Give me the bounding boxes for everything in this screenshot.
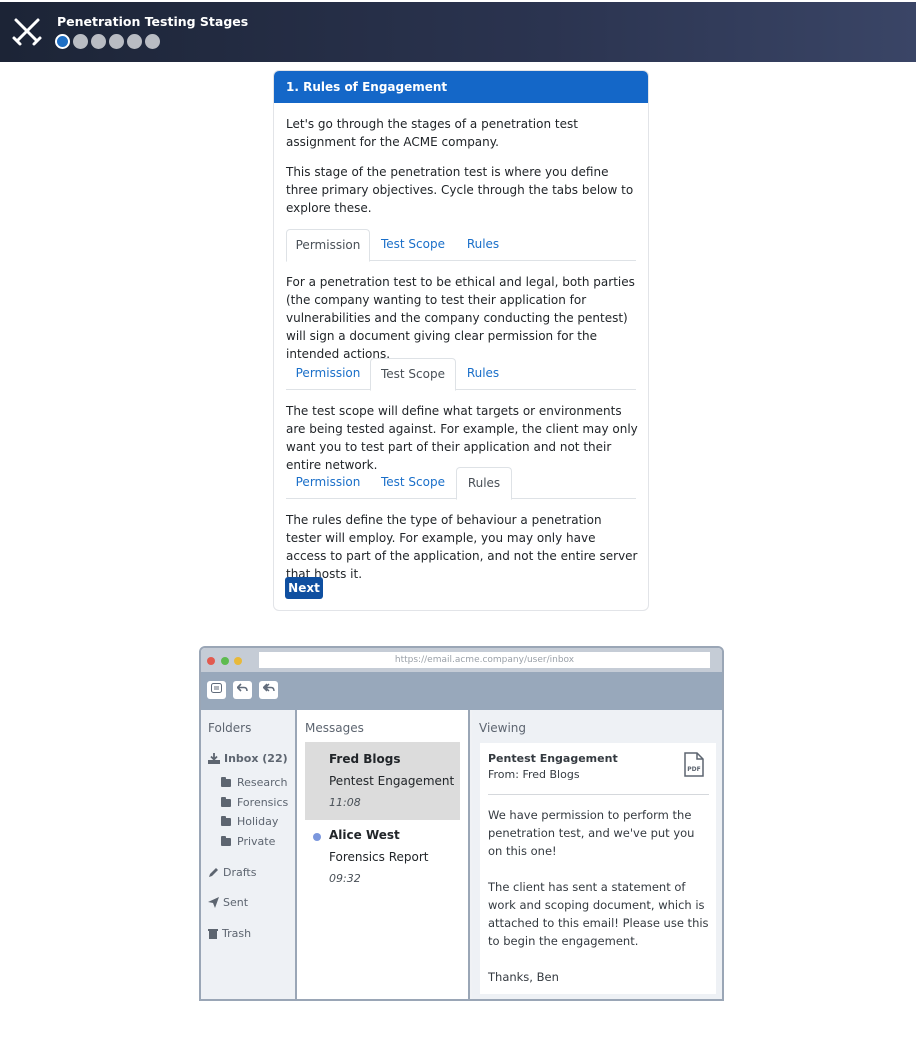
tab-test-scope[interactable]: Test Scope (370, 358, 456, 391)
message-sender: Alice West (329, 828, 400, 842)
folder-label: Sent (223, 896, 249, 909)
minimize-window-icon[interactable] (234, 657, 242, 665)
folder-label: Research (237, 776, 288, 789)
pencil-icon (209, 868, 218, 877)
folder-label: Trash (222, 927, 252, 940)
tab-test-scope[interactable]: Test Scope (374, 229, 452, 261)
crossed-swords-icon (12, 18, 42, 46)
message-time: 09:32 (329, 872, 361, 885)
close-window-icon[interactable] (207, 657, 215, 665)
folder-research[interactable]: Research (221, 776, 287, 789)
tab-bar: Permission Test Scope Rules (286, 358, 636, 391)
email-toolbar (201, 672, 722, 710)
inbox-button[interactable] (207, 681, 226, 699)
tab-permission[interactable]: Permission (286, 358, 370, 390)
tab-rules[interactable]: Rules (456, 467, 512, 500)
viewing-pane: Viewing Pentest Engagement From: Fred Bl… (472, 710, 722, 999)
tab-permission[interactable]: Permission (286, 467, 370, 499)
folder-sent[interactable]: Sent (208, 896, 248, 909)
stage-card: 1. Rules of Engagement Let's go through … (273, 70, 649, 611)
open-message-subject: Pentest Engagement (488, 752, 618, 765)
folder-private[interactable]: Private (221, 835, 275, 848)
card-title: 1. Rules of Engagement (274, 71, 648, 103)
folder-icon (221, 776, 231, 787)
window-titlebar: https://email.acme.company/user/inbox (201, 648, 722, 672)
stage-dot[interactable] (91, 34, 106, 49)
messages-title: Messages (305, 721, 364, 735)
tab-panel-text: The rules define the type of behaviour a… (286, 513, 638, 581)
message-subject: Pentest Engagement (329, 774, 455, 788)
maximize-window-icon[interactable] (221, 657, 229, 665)
address-bar[interactable]: https://email.acme.company/user/inbox (259, 652, 710, 668)
message-body-paragraph: We have permission to perform the penetr… (488, 808, 695, 858)
intro-paragraph: This stage of the penetration test is wh… (286, 165, 634, 215)
folder-trash[interactable]: Trash (208, 927, 251, 940)
message-viewer: Pentest Engagement From: Fred Blogs PDF … (480, 743, 716, 994)
folder-inbox[interactable]: Inbox (22) (208, 752, 288, 765)
folder-icon (221, 815, 231, 826)
message-sender: Fred Blogs (329, 752, 401, 766)
app-header: Penetration Testing Stages (0, 2, 916, 62)
reply-all-button[interactable] (259, 681, 278, 699)
stage-dot[interactable] (145, 34, 160, 49)
folder-label: Forensics (237, 796, 289, 809)
reply-button[interactable] (233, 681, 252, 699)
message-signature: Thanks, Ben (488, 970, 559, 984)
download-icon (208, 753, 220, 764)
divider (488, 794, 709, 795)
folder-drafts[interactable]: Drafts (208, 866, 256, 879)
folder-label: Private (237, 835, 276, 848)
message-body-paragraph: The client has sent a statement of work … (488, 880, 709, 948)
reply-icon (236, 683, 248, 692)
message-item[interactable]: Fred Blogs Pentest Engagement 11:08 (305, 742, 460, 820)
tab-rules[interactable]: Rules (458, 229, 508, 261)
svg-text:PDF: PDF (687, 766, 700, 773)
inbox-icon (211, 683, 222, 693)
tab-bar: Permission Test Scope Rules (286, 229, 636, 262)
trash-icon (208, 929, 218, 939)
stage-dot[interactable] (73, 34, 88, 49)
folder-label: Inbox (22) (224, 752, 288, 765)
stage-dot[interactable] (127, 34, 142, 49)
email-window: https://email.acme.company/user/inbox Fo… (199, 646, 724, 1001)
next-button[interactable]: Next (285, 577, 323, 599)
pdf-icon[interactable]: PDF (684, 752, 704, 777)
message-time: 11:08 (329, 796, 361, 809)
folder-holiday[interactable]: Holiday (221, 815, 278, 828)
stage-progress (55, 34, 160, 49)
folder-label: Drafts (223, 866, 257, 879)
viewing-title: Viewing (479, 721, 527, 735)
tab-permission[interactable]: Permission (286, 229, 370, 262)
intro-paragraph: Let's go through the stages of a penetra… (286, 117, 578, 149)
tab-panel-text: The test scope will define what targets … (286, 404, 638, 472)
tab-test-scope[interactable]: Test Scope (374, 467, 452, 499)
folders-pane: Folders Inbox (22) Research Forensics Ho… (201, 710, 297, 999)
stage-dot[interactable] (109, 34, 124, 49)
reply-all-icon (262, 683, 275, 692)
unread-indicator (313, 833, 321, 841)
paper-plane-icon (208, 897, 219, 908)
folder-forensics[interactable]: Forensics (221, 796, 288, 809)
tab-bar: Permission Test Scope Rules (286, 467, 636, 500)
message-subject: Forensics Report (329, 850, 429, 864)
folder-label: Holiday (237, 815, 279, 828)
app-title: Penetration Testing Stages (57, 14, 249, 29)
tab-panel-text: For a penetration test to be ethical and… (286, 275, 635, 361)
folders-title: Folders (208, 721, 252, 735)
message-item[interactable]: Alice West Forensics Report 09:32 (305, 826, 460, 896)
messages-pane: Messages Fred Blogs Pentest Engagement 1… (297, 710, 470, 999)
folder-icon (221, 796, 231, 807)
tab-rules[interactable]: Rules (458, 358, 508, 390)
open-message-from: From: Fred Blogs (488, 768, 580, 781)
folder-icon (221, 835, 231, 846)
stage-dot[interactable] (55, 34, 70, 49)
